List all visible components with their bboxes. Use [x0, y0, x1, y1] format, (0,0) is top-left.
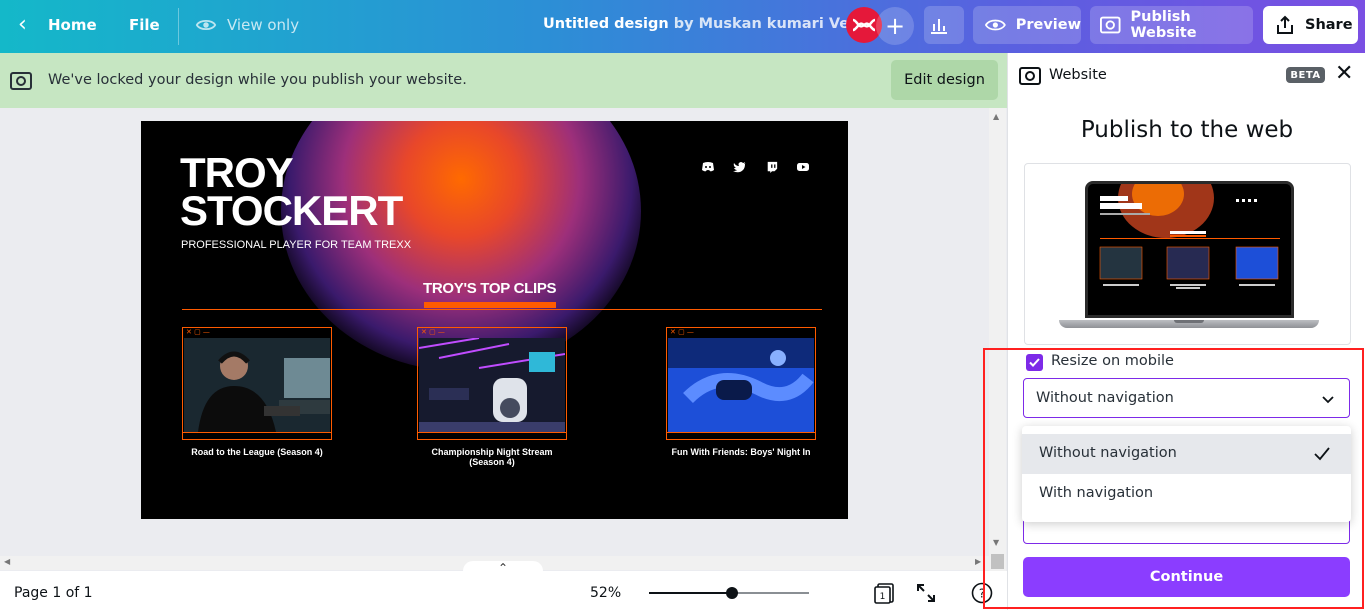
preview-label: Preview — [1015, 17, 1081, 33]
share-label: Share — [1305, 17, 1353, 33]
document-name: Untitled design — [543, 16, 669, 32]
fullscreen-icon[interactable] — [916, 583, 936, 603]
page-indicator: Page 1 of 1 — [14, 585, 93, 601]
discord-icon — [702, 162, 714, 172]
bottom-status-bar: Page 1 of 1 52% 1 ? — [0, 571, 1007, 610]
clip-frame-footer — [418, 432, 566, 439]
clip-frame-footer — [667, 432, 815, 439]
clip-frame-decoration: ✕ ▢ — — [670, 328, 694, 336]
clip-card-2: ✕ ▢ — — [417, 327, 567, 440]
navigation-select-value: Without navigation — [1036, 390, 1174, 406]
scrollbar-thumb[interactable] — [991, 554, 1004, 569]
add-collaborator-button[interactable]: + — [876, 7, 914, 45]
eye-icon — [985, 19, 1006, 31]
resize-on-mobile-checkbox[interactable] — [1026, 354, 1043, 371]
design-heading: TROY STOCKERT — [180, 152, 403, 234]
section-divider — [182, 309, 822, 310]
section-title: TROY'S TOP CLIPS — [423, 280, 557, 297]
zoom-level[interactable]: 52% — [590, 585, 621, 601]
edit-design-button[interactable]: Edit design — [891, 60, 998, 100]
clip-frame-decoration: ✕ ▢ — — [186, 328, 210, 336]
insights-button[interactable] — [924, 6, 964, 44]
website-icon — [1019, 67, 1041, 85]
bar-chart-icon — [931, 19, 947, 34]
clip-frame-footer — [183, 432, 331, 439]
zoom-slider-knob[interactable] — [726, 587, 739, 599]
share-icon — [1277, 15, 1293, 34]
panel-heading: Publish to the web — [1080, 117, 1294, 143]
design-heading-line2: STOCKERT — [180, 187, 403, 234]
twitter-icon — [733, 162, 746, 173]
locked-notice-text: We've locked your design while you publi… — [48, 72, 467, 88]
file-menu[interactable]: File — [129, 16, 160, 34]
help-icon[interactable]: ? — [971, 582, 993, 604]
option-label: With navigation — [1039, 485, 1154, 501]
navigation-select[interactable]: Without navigation — [1023, 378, 1350, 418]
page-grid-icon[interactable]: 1 — [873, 582, 895, 604]
home-link[interactable]: Home — [48, 16, 97, 34]
chevron-down-icon — [1322, 396, 1334, 404]
publish-label: Publish Website — [1130, 9, 1197, 41]
toolbar-divider — [178, 8, 179, 45]
option-with-navigation[interactable]: With navigation — [1022, 474, 1351, 514]
vertical-scrollbar[interactable]: ▲ ▼ — [989, 108, 1006, 571]
clip-thumbnail-controller — [668, 338, 814, 432]
laptop-screen-preview — [1085, 181, 1294, 318]
clip-card-3: ✕ ▢ — — [666, 327, 816, 440]
preview-graphic — [1088, 184, 1291, 315]
clip-card-1: ✕ ▢ — — [182, 327, 332, 440]
close-icon[interactable]: ✕ — [1335, 63, 1353, 85]
continue-button[interactable]: Continue — [1023, 557, 1350, 597]
scroll-down-arrow-icon[interactable]: ▼ — [993, 538, 999, 547]
checkmark-icon — [1029, 358, 1040, 367]
website-design-canvas[interactable]: TROY STOCKERT PROFESSIONAL PLAYER FOR TE… — [141, 121, 848, 519]
clip-thumbnail-stream-room — [419, 338, 565, 432]
clip-frame-decoration: ✕ ▢ — — [421, 328, 445, 336]
clip-caption-3: Fun With Friends: Boys' Night In — [671, 447, 811, 457]
avatar-logo-icon — [852, 18, 876, 32]
website-icon — [10, 72, 32, 90]
publish-website-button[interactable]: Publish Website — [1090, 6, 1253, 44]
laptop-notch — [1174, 320, 1204, 323]
option-without-navigation[interactable]: Without navigation — [1022, 434, 1351, 474]
back-chevron-icon[interactable]: ‹ — [18, 14, 27, 36]
navigation-dropdown-menu: Without navigation With navigation — [1022, 426, 1351, 522]
beta-badge: BETA — [1286, 67, 1325, 83]
scroll-right-arrow-icon[interactable]: ▶ — [975, 557, 981, 566]
clip-caption-2: Championship Night Stream (Season 4) — [431, 447, 553, 467]
preview-button[interactable]: Preview — [973, 6, 1081, 44]
youtube-icon — [797, 163, 809, 171]
top-toolbar: ‹ Home File View only Untitled design by… — [0, 0, 1365, 53]
page-count: 1 — [880, 592, 886, 602]
website-icon — [1100, 16, 1121, 34]
clip-thumbnail-gamer — [184, 338, 330, 432]
scroll-up-arrow-icon[interactable]: ▲ — [993, 112, 999, 121]
checkmark-icon — [1314, 447, 1330, 461]
clip-caption-1: Road to the League (Season 4) — [191, 447, 323, 457]
website-preview-thumbnail — [1024, 163, 1351, 345]
design-subtitle: PROFESSIONAL PLAYER FOR TEAM TREXX — [181, 239, 412, 251]
option-label: Without navigation — [1039, 445, 1177, 461]
view-only-label: View only — [227, 16, 300, 34]
zoom-slider-fill — [649, 592, 733, 594]
svg-text:?: ? — [979, 587, 985, 601]
resize-on-mobile-label: Resize on mobile — [1051, 353, 1174, 369]
document-title[interactable]: Untitled design by Muskan kumari Verma — [543, 16, 881, 32]
section-title-underline — [424, 302, 556, 308]
scroll-left-arrow-icon[interactable]: ◀ — [4, 557, 10, 566]
eye-icon — [195, 19, 217, 31]
twitch-icon — [767, 161, 778, 173]
panel-title: Website — [1049, 67, 1107, 83]
share-button[interactable]: Share — [1263, 6, 1358, 44]
locked-notice-bar: We've locked your design while you publi… — [0, 53, 1007, 108]
